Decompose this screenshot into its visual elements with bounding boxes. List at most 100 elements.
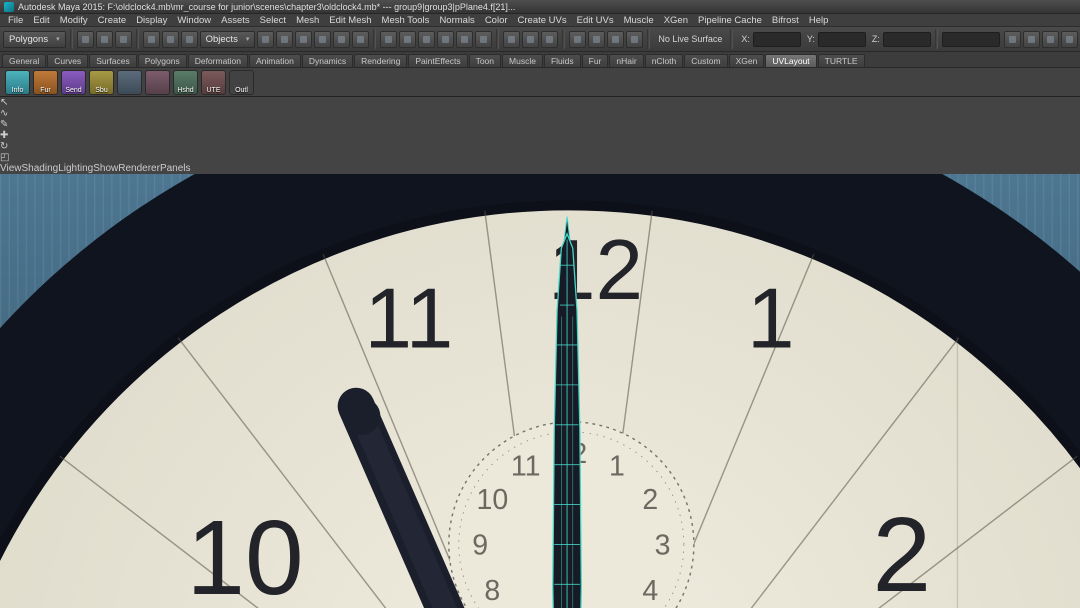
select-by-name-field[interactable] [941, 31, 1000, 47]
make-live-icon[interactable] [475, 30, 493, 48]
snap-view-plane-icon[interactable] [456, 30, 474, 48]
snap-grid-icon[interactable] [380, 30, 398, 48]
menu-item[interactable]: Help [804, 15, 834, 26]
shelf-tab[interactable]: nCloth [644, 54, 684, 67]
viewport-panel: ViewShadingLightingShowRendererPanels 12… [0, 77, 1080, 608]
y-coordinate-field[interactable] [817, 31, 866, 47]
lasso-tool-icon[interactable]: ∿ [0, 108, 1080, 119]
maya-window: Autodesk Maya 2015: F:\oldclock4.mb\mr_c… [0, 0, 1080, 608]
select-object-icon[interactable] [161, 30, 179, 48]
menu-set-dropdown[interactable]: Polygons ▾ [3, 30, 66, 48]
mask-deformations-icon[interactable] [314, 30, 332, 48]
viewport-menu-item[interactable]: Shading [22, 163, 59, 174]
shelf-tab[interactable]: PaintEffects [408, 54, 468, 67]
shelf-tab[interactable]: XGen [728, 54, 765, 67]
snap-projected-center-icon[interactable] [437, 30, 455, 48]
select-tool-icon[interactable]: ↖ [0, 97, 1080, 108]
move-tool-icon[interactable]: ✚ [0, 130, 1080, 141]
show-modeling-toolkit-icon[interactable] [1003, 30, 1021, 48]
menu-item[interactable]: Assets [216, 15, 255, 26]
shelf-item[interactable]: Outl [229, 69, 254, 95]
viewport-menu-item[interactable]: Panels [160, 163, 191, 174]
x-coordinate-field[interactable] [752, 31, 801, 47]
open-scene-icon[interactable] [95, 30, 113, 48]
shelf-item[interactable]: Send [61, 69, 86, 95]
mask-surfaces-icon[interactable] [295, 30, 313, 48]
shelf-item[interactable]: Hshd [173, 69, 198, 95]
viewport-menu-item[interactable]: Lighting [58, 163, 93, 174]
viewport-menu-item[interactable]: Show [93, 163, 118, 174]
shelf-tab[interactable]: TURTLE [817, 54, 865, 67]
shelf-tab[interactable]: Animation [249, 54, 301, 67]
shelf-tab[interactable]: UVLayout [765, 54, 817, 67]
menu-item[interactable]: Bifrost [767, 15, 804, 26]
shelf-item-label: Hshd [177, 86, 194, 94]
snap-point-icon[interactable] [418, 30, 436, 48]
menu-item[interactable]: Modify [55, 15, 93, 26]
menu-item[interactable]: Color [480, 15, 513, 26]
mask-dynamics-icon[interactable] [333, 30, 351, 48]
shelf-tab[interactable]: Rendering [354, 54, 408, 67]
input-connections-icon[interactable] [503, 30, 521, 48]
selection-mask-dropdown[interactable]: Objects ▾ [199, 30, 256, 48]
construction-history-icon[interactable] [541, 30, 559, 48]
shelf-tab[interactable]: Curves [47, 54, 89, 67]
shelf-tab[interactable]: Dynamics [301, 54, 354, 67]
select-hierarchy-icon[interactable] [142, 30, 160, 48]
mask-points-icon[interactable] [257, 30, 275, 48]
select-component-icon[interactable] [180, 30, 198, 48]
snap-curve-icon[interactable] [399, 30, 417, 48]
menu-item[interactable]: Mesh [291, 15, 324, 26]
open-render-view-icon[interactable] [569, 30, 587, 48]
menu-item[interactable]: File [3, 15, 28, 26]
ipr-render-icon[interactable] [607, 30, 625, 48]
shelf-tab[interactable]: Custom [684, 54, 728, 67]
shelf-item[interactable]: Info [5, 69, 30, 95]
menu-item[interactable]: Pipeline Cache [693, 15, 767, 26]
mask-rendering-icon[interactable] [352, 30, 370, 48]
rotate-tool-icon[interactable]: ↻ [0, 141, 1080, 152]
shelf-tab[interactable]: Surfaces [89, 54, 137, 67]
z-coordinate-field[interactable] [882, 31, 931, 47]
menu-item[interactable]: Edit UVs [572, 15, 619, 26]
shelf-tab[interactable]: Polygons [137, 54, 187, 67]
shelf-tab[interactable]: nHair [609, 54, 644, 67]
shelf-tab[interactable]: Fur [581, 54, 609, 67]
save-scene-icon[interactable] [114, 30, 132, 48]
shelf-tab[interactable]: Deformation [187, 54, 249, 67]
menu-item[interactable]: Mesh Tools [377, 15, 435, 26]
shelf-item[interactable] [145, 69, 170, 95]
new-scene-icon[interactable] [76, 30, 94, 48]
mask-curves-icon[interactable] [276, 30, 294, 48]
shelf-item[interactable]: UTE [201, 69, 226, 95]
viewport-menu-item[interactable]: Renderer [118, 163, 160, 174]
maya-logo-icon [4, 1, 14, 12]
shelf-item[interactable]: Sbu [89, 69, 114, 95]
menu-item[interactable]: Muscle [619, 15, 659, 26]
shelf-tab[interactable]: Muscle [502, 54, 543, 67]
render-settings-icon[interactable] [626, 30, 644, 48]
shelf-tab[interactable]: Fluids [543, 54, 581, 67]
menu-item[interactable]: Display [131, 15, 172, 26]
menu-item[interactable]: XGen [659, 15, 693, 26]
output-connections-icon[interactable] [522, 30, 540, 48]
menu-item[interactable]: Edit Mesh [324, 15, 376, 26]
shelf-item[interactable] [117, 69, 142, 95]
menu-item[interactable]: Normals [434, 15, 479, 26]
scale-tool-icon[interactable]: ◰ [0, 152, 1080, 163]
menu-item[interactable]: Create [93, 15, 132, 26]
paint-select-tool-icon[interactable]: ✎ [0, 119, 1080, 130]
sidebar-channel-box-icon[interactable] [1060, 30, 1078, 48]
shelf-tab[interactable]: Toon [468, 54, 502, 67]
sidebar-attribute-editor-icon[interactable] [1022, 30, 1040, 48]
shelf-tab[interactable]: General [2, 54, 47, 67]
shelf-item[interactable]: Fur [33, 69, 58, 95]
menu-item[interactable]: Window [172, 15, 216, 26]
sidebar-tool-settings-icon[interactable] [1041, 30, 1059, 48]
menu-item[interactable]: Create UVs [513, 15, 572, 26]
menu-item[interactable]: Edit [28, 15, 54, 26]
render-current-frame-icon[interactable] [588, 30, 606, 48]
viewport-scene[interactable]: 123456789101112121234567891011 Verts: 13… [0, 77, 1080, 608]
viewport-menu-item[interactable]: View [0, 163, 22, 174]
menu-item[interactable]: Select [255, 15, 291, 26]
